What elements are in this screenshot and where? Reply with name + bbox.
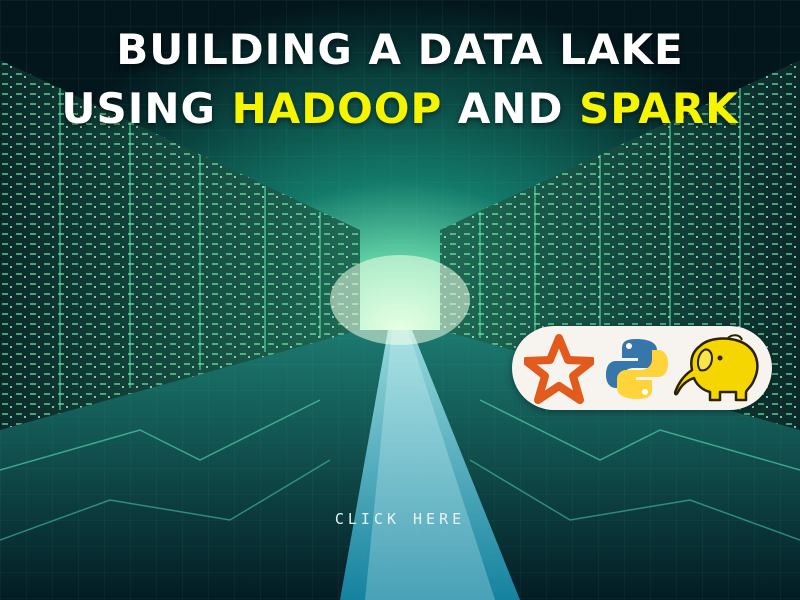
click-here-button[interactable]: CLICK HERE [300, 510, 500, 528]
spark-icon [524, 334, 594, 404]
hadoop-elephant-icon [673, 334, 759, 402]
banner: BUILDING A DATA LAKE USING HADOOP AND SP… [0, 0, 800, 600]
headline: BUILDING A DATA LAKE USING HADOOP AND SP… [0, 22, 800, 140]
headline-text: AND [442, 84, 580, 133]
technology-logos [512, 326, 772, 410]
headline-line-2: USING HADOOP AND SPARK [0, 78, 800, 140]
headline-highlight-hadoop: HADOOP [231, 84, 443, 133]
headline-highlight-spark: SPARK [579, 84, 739, 133]
python-icon [606, 339, 668, 399]
headline-line-1: BUILDING A DATA LAKE [116, 25, 684, 74]
headline-text: USING [61, 84, 232, 133]
